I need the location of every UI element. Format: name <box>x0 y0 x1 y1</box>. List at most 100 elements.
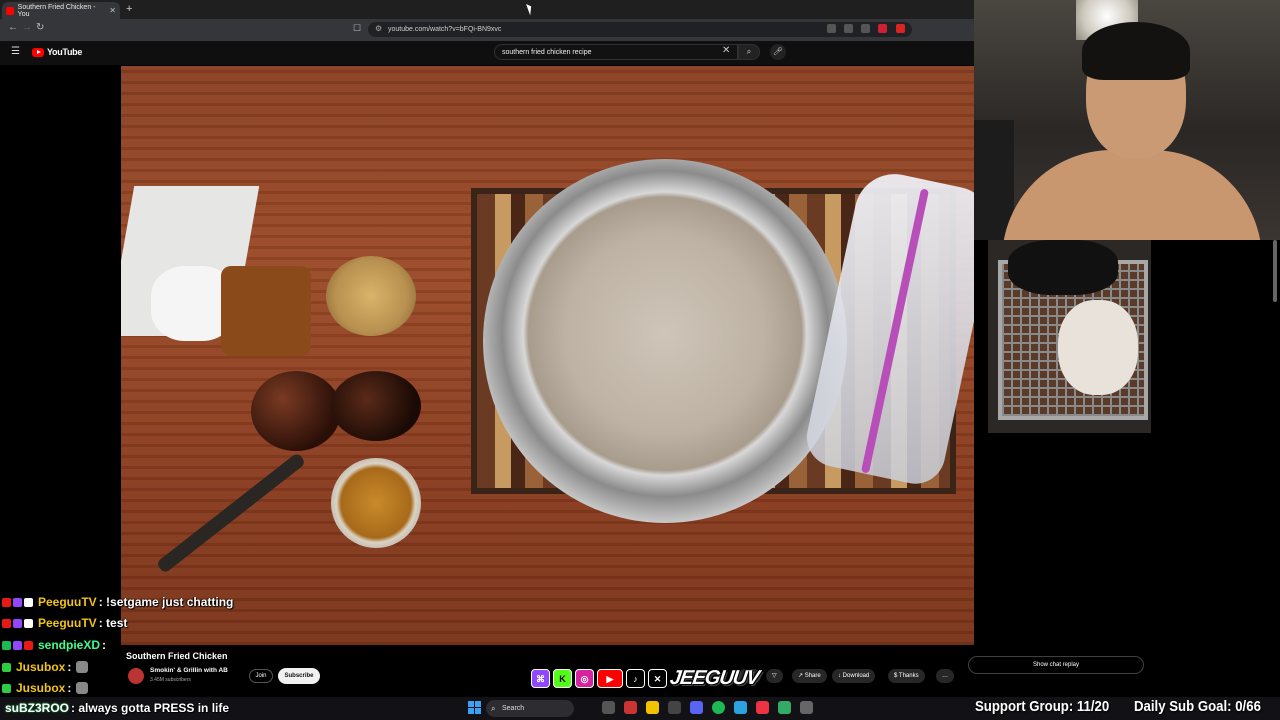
extension-alert-icon[interactable] <box>896 24 905 33</box>
search-input[interactable]: southern fried chicken recipe <box>494 44 738 60</box>
app-icon[interactable] <box>756 701 769 714</box>
star-badge-icon <box>13 640 22 650</box>
cast-icon[interactable] <box>827 24 836 33</box>
download-button[interactable]: ↓ Download <box>832 669 876 683</box>
star-badge-icon <box>13 597 22 607</box>
zoom-icon[interactable] <box>844 24 853 33</box>
bookmark-icon[interactable]: ☐ <box>353 23 361 34</box>
chat-username[interactable]: suBZ3ROO <box>5 701 69 715</box>
channel-avatar[interactable] <box>128 668 144 684</box>
recipe-clip <box>988 240 1151 433</box>
daily-sub-goal: Daily Sub Goal: 0/66 <box>1134 698 1261 715</box>
badge-icon <box>2 597 11 607</box>
emote-icon <box>76 661 89 673</box>
thumbs-down-icon: ▽ <box>772 673 777 679</box>
telegram-icon[interactable] <box>734 701 747 714</box>
search-icon: ⌕ <box>491 704 496 713</box>
search-query: southern fried chicken recipe <box>502 48 592 56</box>
clear-search-icon[interactable]: ✕ <box>722 45 730 56</box>
chat-username[interactable]: PeeguuTV <box>38 595 97 609</box>
channel-name[interactable]: Smokin' & Grillin with AB <box>150 667 228 674</box>
chat-text: : test <box>98 616 128 630</box>
tab-close-icon[interactable]: ✕ <box>109 6 116 15</box>
youtube-icon: ▶ <box>597 668 623 688</box>
chat-username[interactable]: sendpieXD <box>38 638 100 652</box>
youtube-header <box>0 41 974 65</box>
chat-message: PeeguuTV : !setgame just chatting <box>2 595 233 609</box>
x-badge-icon <box>24 640 33 650</box>
tongs <box>155 452 307 574</box>
download-label: Download <box>842 673 870 679</box>
chat-text: : !setgame just chatting <box>98 595 234 609</box>
streamer-body <box>1002 150 1262 240</box>
flour-bowl <box>483 159 847 523</box>
page-scrollbar[interactable] <box>1273 240 1277 302</box>
emote-icon <box>76 682 89 694</box>
browser-tab-bar <box>0 0 974 19</box>
salt-grinder <box>331 371 421 441</box>
youtube-logo[interactable]: YouTube <box>32 47 82 57</box>
share-button[interactable]: ↗ Share <box>792 669 827 683</box>
spotify-icon[interactable] <box>712 701 725 714</box>
youtube-logo-text: YouTube <box>47 47 83 57</box>
discord-icon[interactable] <box>690 701 703 714</box>
instagram-icon: ◎ <box>575 668 594 688</box>
thanks-label: Thanks <box>898 673 919 679</box>
chat-text: : <box>67 681 72 695</box>
site-info-icon[interactable]: ⚙ <box>375 24 382 33</box>
hamburger-menu-icon[interactable]: ☰ <box>11 46 20 57</box>
breaded-chicken <box>1058 300 1138 395</box>
subscriber-count: 3.45M subscribers <box>150 677 191 683</box>
streamer-webcam <box>974 0 1280 240</box>
chat-username[interactable]: Jusubox <box>16 681 65 695</box>
app-icon[interactable] <box>778 701 791 714</box>
kick-icon: K <box>553 668 572 688</box>
video-player[interactable] <box>121 66 974 645</box>
chat-username[interactable]: PeeguuTV <box>38 616 97 630</box>
taskbar-search-label: Search <box>502 705 525 712</box>
file-explorer-icon[interactable] <box>646 701 659 714</box>
back-icon[interactable]: ← <box>8 22 18 33</box>
chat-text: : <box>102 638 107 652</box>
app-icon[interactable] <box>800 701 813 714</box>
video-title: Southern Fried Chicken <box>126 651 228 661</box>
extension-shield-icon[interactable] <box>878 24 887 33</box>
browser-tab[interactable]: Southern Fried Chicken - You ✕ <box>2 2 120 19</box>
share-page-icon[interactable] <box>861 24 870 33</box>
social-links-overlay: ⌘ K ◎ ▶ ♪ ✕ JEEGUUV <box>531 661 760 695</box>
sauce-jar <box>221 266 311 356</box>
x-icon: ✕ <box>648 668 667 688</box>
brave-icon[interactable] <box>624 701 637 714</box>
taskbar-search[interactable]: ⌕ Search <box>486 700 574 717</box>
show-chat-replay-button[interactable]: Show chat replay <box>968 656 1144 674</box>
windows-start-icon[interactable] <box>468 701 481 714</box>
more-actions-button[interactable]: … <box>936 669 954 683</box>
thanks-button[interactable]: $ Thanks <box>888 669 925 683</box>
chat-username[interactable]: Jusubox <box>16 660 65 674</box>
tiktok-icon: ♪ <box>626 668 645 688</box>
app-icon[interactable] <box>668 701 681 714</box>
chat-message: Jusubox : <box>2 681 89 695</box>
star-badge-icon <box>13 618 22 628</box>
spice-bowl <box>331 458 421 548</box>
subscribe-button[interactable]: Subscribe <box>278 668 320 684</box>
reload-icon[interactable]: ↻ <box>36 22 44 33</box>
chat-message: Jusubox : <box>2 660 89 674</box>
dislike-button[interactable]: ▽ <box>766 669 783 683</box>
twitch-icon: ⌘ <box>531 668 550 688</box>
tab-title: Southern Fried Chicken - You <box>17 3 96 18</box>
new-tab-icon[interactable]: + <box>126 3 132 15</box>
black-glove <box>1008 240 1118 295</box>
voice-search-icon[interactable]: 🎤︎ <box>770 44 786 60</box>
search-button[interactable]: ⌕ <box>738 44 760 60</box>
join-button[interactable]: Join <box>249 669 273 683</box>
streamer-hair <box>1082 22 1190 80</box>
support-group-counter: Support Group: 11/20 <box>975 698 1110 715</box>
youtube-play-logo-icon <box>32 47 44 57</box>
plus-badge-icon <box>2 662 11 672</box>
chat-message: suBZ3ROO : always gotta PRESS in life <box>2 701 229 715</box>
forward-icon[interactable]: → <box>22 22 32 33</box>
task-view-icon[interactable] <box>602 701 615 714</box>
pepper-grinder <box>251 371 341 451</box>
prime-badge-icon <box>24 597 33 607</box>
